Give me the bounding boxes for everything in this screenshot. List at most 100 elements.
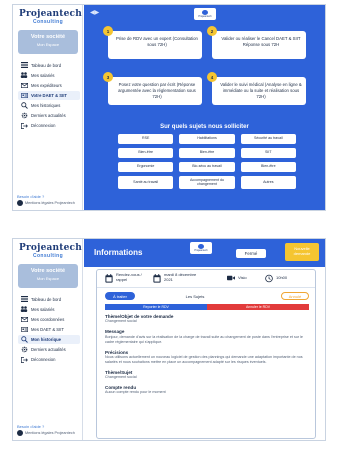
sidebar-item-label: Mes coordonnées [31, 316, 65, 322]
id-card-icon [20, 327, 28, 333]
subject-chip[interactable]: RSE [118, 134, 174, 144]
dashboard-icon [20, 62, 28, 69]
service-card-appointment[interactable]: 1 Prise de RDV avec un expert (Consultat… [103, 26, 202, 59]
close-request-button[interactable]: Fermé [236, 249, 266, 258]
subject-chip[interactable]: Autres [240, 176, 296, 189]
card-text: Posez votre question par écrit (Réponse … [118, 82, 196, 99]
subject-chip[interactable]: Bio-sécu au travail [179, 162, 235, 172]
legal-text: Mentions légales Projeantech [25, 201, 75, 205]
user-name: Votre société [30, 34, 66, 40]
step-badge: 1 [103, 26, 113, 36]
sidebar-item-label: Derniers actualités [31, 113, 66, 119]
user-card[interactable]: Votre société Mon Espace [18, 30, 78, 54]
header-logo[interactable]: Projeantech [194, 8, 216, 20]
logo-subtext: Consulting [32, 253, 64, 259]
subject-chip[interactable]: Bien-être [240, 162, 296, 172]
clock-icon [265, 273, 273, 283]
sidebar-item-employees[interactable]: Mes salariés [18, 305, 80, 314]
sidebar-item-daet[interactable]: Mes DAET & SIIT [18, 325, 80, 334]
header-logo[interactable]: Projeantech [190, 242, 212, 254]
tab-to-process[interactable]: À traiter [105, 292, 135, 300]
gear-icon [20, 346, 28, 353]
subject-chip[interactable]: Santé au travail [118, 176, 174, 189]
status-tabs: À traiter Les Sujets Annulé [105, 292, 309, 301]
request-detail-card: Rendez-vous / rappel mardi 8 décembre 20… [96, 269, 316, 439]
home-screen: Projeantech Consulting Votre société Mon… [12, 4, 326, 211]
cancel-appointment-button[interactable]: Annuler le RDV [207, 304, 309, 310]
main-panel: Informations Projeantech Fermé Nouvelle … [84, 239, 325, 440]
field-value: Nous utilisons actuellement un nouveau l… [105, 354, 303, 364]
sidebar-item-label: Mon historique [31, 337, 62, 343]
brand-logo[interactable]: Projeantech Consulting [19, 10, 82, 25]
sidebar-item-news[interactable]: Derniers actualités [18, 111, 80, 120]
avatar [17, 200, 23, 206]
sidebar-item-label: Déconnexion [31, 123, 56, 129]
help-link[interactable]: Besoin d'aide ? [17, 424, 77, 429]
appointment-type-text: Rendez-vous / rappel [116, 272, 142, 282]
tab-subjects[interactable]: Les Sujets [175, 292, 215, 300]
sidebar-item-label: Derniers actualités [31, 347, 66, 353]
sidebar-item-label: Tableau de bord [31, 62, 62, 68]
user-card[interactable]: Votre société Mon Espace [18, 264, 78, 288]
sidebar-item-dashboard[interactable]: Tableau de bord [18, 295, 80, 304]
sidebar-item-senders[interactable]: Mes expéditeurs [18, 81, 80, 90]
sidebar-item-dashboard[interactable]: Tableau de bord [18, 61, 80, 70]
reschedule-button[interactable]: Reporter le RDV [105, 304, 207, 310]
user-sub: Mon Espace [36, 276, 60, 281]
subject-chip[interactable]: Ergonomie [118, 162, 174, 172]
service-card-question[interactable]: 3 Posez votre question par écrit (Répons… [103, 72, 202, 105]
subject-chip[interactable]: Habilitations [179, 134, 235, 144]
sidebar-item-logout[interactable]: Déconnexion [18, 122, 80, 131]
logo-text: Projeantech [19, 243, 82, 253]
dashboard-icon [20, 296, 28, 303]
sidebar-item-label: Mes historiques [31, 103, 61, 109]
appointment-date: mardi 8 décembre 2021 [153, 272, 204, 283]
sidebar: Projeantech Consulting Votre société Mon… [13, 239, 83, 440]
new-request-button[interactable]: Nouvelle demande [285, 243, 319, 261]
subjects-grid: RSE Habilitations Sécurité au travail Bi… [118, 134, 296, 189]
sidebar-item-history[interactable]: Mon historique [18, 335, 80, 344]
subjects-title: Sur quels sujets nous solliciter [160, 124, 249, 130]
sidebar-item-news[interactable]: Derniers actualités [18, 345, 80, 354]
subject-chip[interactable]: Bien-être [118, 148, 174, 158]
video-icon [227, 273, 235, 283]
sidebar-item-logout[interactable]: Déconnexion [18, 356, 80, 365]
sidebar-item-history[interactable]: Mes historiques [18, 101, 80, 110]
sidebar-item-contacts[interactable]: Mes coordonnées [18, 315, 80, 324]
sidebar-item-employees[interactable]: Mes salariés [18, 71, 80, 80]
step-badge: 4 [207, 72, 217, 82]
field-value: Changement social [105, 319, 137, 324]
sidebar-nav: Tableau de bord Mes salariés Mes coordon… [18, 295, 80, 366]
id-card-icon [20, 93, 28, 99]
subject-chip[interactable]: Sécurité au travail [240, 134, 296, 144]
step-badge: 2 [207, 26, 217, 36]
calendar-icon [105, 273, 113, 283]
sidebar-item-label: Mes expéditeurs [31, 82, 62, 88]
sidebar: Projeantech Consulting Votre société Mon… [13, 5, 83, 210]
avatar [17, 430, 23, 436]
appointment-actions: Reporter le RDV Annuler le RDV [105, 304, 309, 310]
logout-icon [20, 356, 28, 363]
menu-collapse-icon[interactable]: ◀▶ [90, 9, 99, 16]
people-icon [20, 306, 28, 313]
appointment-date-text: mardi 8 décembre 2021 [164, 272, 197, 282]
subject-chip[interactable]: Bien-être [179, 148, 235, 158]
sidebar-item-label: Mes DAET & SIIT [31, 327, 64, 333]
service-card-medical[interactable]: 4 Valider le suivi médical (Analyse en l… [207, 72, 306, 105]
request-detail-screen: Projeantech Consulting Votre société Mon… [12, 238, 326, 441]
appointment-mode-text: Visio [238, 274, 247, 280]
sidebar-item-label: Mes salariés [31, 306, 55, 312]
logo-mark-icon [202, 9, 208, 15]
service-card-daet[interactable]: 2 Valider ou réaliser le Cancel DAET & S… [207, 26, 306, 59]
sidebar-item-daet[interactable]: Votre DAET & SIIT [18, 91, 80, 100]
card-text: Valider le suivi médical (Analyse en lig… [220, 82, 302, 99]
main-panel: ◀▶ Projeantech 1 Prise de RDV avec un ex… [84, 5, 325, 210]
logout-icon [20, 122, 28, 129]
help-link[interactable]: Besoin d'aide ? [17, 194, 77, 199]
sidebar-item-label: Votre DAET & SIIT [31, 93, 67, 99]
subject-chip[interactable]: SIIT [240, 148, 296, 158]
brand-logo[interactable]: Projeantech Consulting [19, 243, 82, 259]
tab-cancelled[interactable]: Annulé [281, 292, 309, 300]
gear-icon [20, 112, 28, 119]
subject-chip[interactable]: Accompagnement du changement [179, 176, 235, 189]
